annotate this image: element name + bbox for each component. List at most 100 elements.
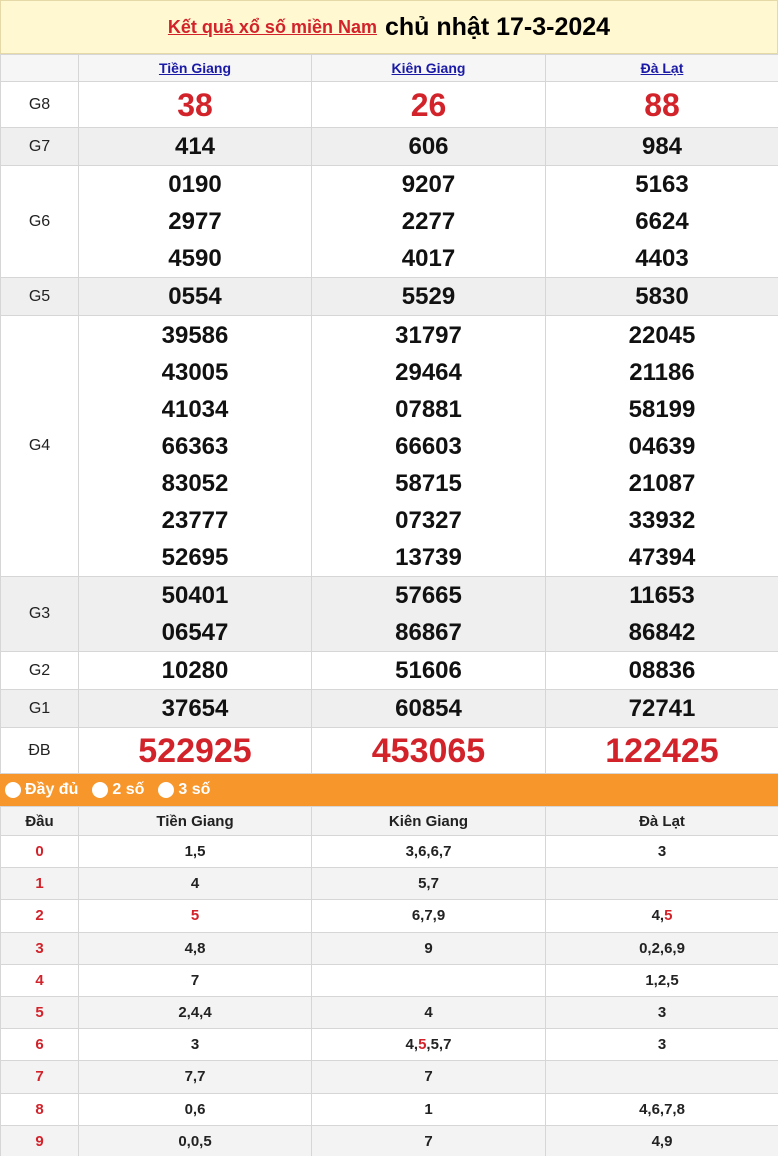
prize-cell: 522925 xyxy=(78,727,312,774)
prize-number: 5163 xyxy=(635,171,689,198)
head-digit: 4 xyxy=(0,963,79,997)
tail-digits-cell xyxy=(545,867,778,901)
title-bar: Kết quả xổ số miền Nam chủ nhật 17-3-202… xyxy=(0,0,778,54)
province-link-da-lat[interactable]: Đà Lạt xyxy=(641,60,684,76)
results-south-link[interactable]: Kết quả xổ số miền Nam xyxy=(168,17,377,38)
prize-number: 83052 xyxy=(161,469,229,497)
tail-digits: 4,9 xyxy=(651,1132,673,1150)
prize-cell: 9207 2277 4017 xyxy=(311,165,546,278)
tail-digits-cell: 7 xyxy=(311,1124,546,1156)
prize-cell: 50401 06547 xyxy=(78,576,312,652)
prize-cell: 5529 xyxy=(311,277,546,316)
tail-digits-cell: 0,2,6,9 xyxy=(545,931,778,965)
prize-cell: 26 xyxy=(311,81,546,128)
prize-number: 47394 xyxy=(628,543,696,571)
tail-digits: 7,7 xyxy=(184,1068,206,1086)
prize-cell: 5163 6624 4403 xyxy=(545,165,778,278)
tail-digits: 4 xyxy=(424,1004,433,1022)
head-column-da-lat: Đà Lạt xyxy=(545,806,778,836)
tail-digits: 4, xyxy=(651,907,665,925)
radio-icon[interactable] xyxy=(158,782,175,798)
tail-digits-cell: 0,6 xyxy=(78,1092,312,1126)
tail-digits-cell: 1,2,5 xyxy=(545,963,778,997)
tail-digits-cell: 3,6,6,7 xyxy=(311,834,546,869)
prize-number: 984 xyxy=(641,133,683,160)
prize-number: 21087 xyxy=(628,469,696,497)
prize-number: 5529 xyxy=(401,283,456,310)
prize-row-g1: G1 37654 60854 72741 xyxy=(0,689,778,728)
head-column-label: Đầu xyxy=(0,806,79,836)
tail-digits: 5,7 xyxy=(418,875,439,893)
prize-cell: 606 xyxy=(311,127,546,166)
head-digit: 3 xyxy=(0,931,79,965)
prize-row-g7: G7 414 606 984 xyxy=(0,127,778,166)
head-digit: 8 xyxy=(0,1092,79,1126)
tail-digits: 4, xyxy=(405,1036,419,1054)
prize-number: 4403 xyxy=(635,245,689,272)
head-digit: 5 xyxy=(0,995,79,1030)
prize-number: 66363 xyxy=(161,432,229,460)
province-link-tien-giang[interactable]: Tiền Giang xyxy=(159,60,231,76)
prize-number: 58199 xyxy=(628,395,696,423)
prize-number: 0190 xyxy=(168,171,222,198)
option-2-digits-label: 2 số xyxy=(112,781,145,798)
prize-label: ĐB xyxy=(0,727,79,774)
prize-cell: 72741 xyxy=(545,689,778,728)
head-digit: 7 xyxy=(0,1060,79,1094)
tail-digits: 3 xyxy=(190,1036,200,1054)
prize-cell: 5830 xyxy=(545,277,778,316)
prize-cell: 37654 xyxy=(78,689,312,728)
prize-number: 6624 xyxy=(635,208,689,235)
tail-digits-cell: 4 xyxy=(311,995,546,1030)
prize-cell: 453065 xyxy=(311,727,546,774)
tail-digits: 2,4,4 xyxy=(178,1004,212,1022)
province-link-kien-giang[interactable]: Kiên Giang xyxy=(392,60,466,76)
tail-digits: 4,8 xyxy=(184,939,206,957)
option-2-digits[interactable]: 2 số xyxy=(92,781,144,799)
prize-cell: 414 xyxy=(78,127,312,166)
head-row-3: 3 4,8 9 0,2,6,9 xyxy=(0,931,778,965)
prize-number: 414 xyxy=(174,133,216,160)
prize-number: 58715 xyxy=(395,469,462,497)
prize-label: G6 xyxy=(0,165,79,278)
prize-number: 26 xyxy=(410,86,447,123)
prize-label: G8 xyxy=(0,81,79,128)
prize-number: 5830 xyxy=(635,283,689,310)
prize-row-g8: G8 38 26 88 xyxy=(0,81,778,128)
option-full[interactable]: Đầy đủ xyxy=(5,781,78,799)
tail-digit-highlight: 5 xyxy=(190,907,200,925)
prize-row-g2: G2 10280 51606 08836 xyxy=(0,651,778,690)
prize-number: 07327 xyxy=(395,506,462,534)
option-3-digits-label: 3 số xyxy=(178,781,211,798)
tail-digits: 4 xyxy=(190,875,200,893)
tail-digits-cell: 3 xyxy=(545,834,778,869)
prize-number: 37654 xyxy=(161,695,229,722)
prize-number: 2977 xyxy=(168,208,222,235)
tail-digits-cell: 9 xyxy=(311,931,546,965)
province-header-row: Tiền Giang Kiên Giang Đà Lạt xyxy=(0,54,778,82)
option-3-digits[interactable]: 3 số xyxy=(158,781,210,799)
prize-number: 31797 xyxy=(395,321,462,349)
head-digit: 9 xyxy=(0,1124,79,1156)
tail-digits: 7 xyxy=(424,1132,433,1150)
prize-number: 29464 xyxy=(395,358,462,386)
head-row-5: 5 2,4,4 4 3 xyxy=(0,995,778,1030)
prize-number: 9207 xyxy=(401,171,456,198)
radio-icon[interactable] xyxy=(5,782,21,798)
radio-icon[interactable] xyxy=(92,782,109,798)
head-row-7: 7 7,7 7 xyxy=(0,1060,778,1094)
prize-number: 10280 xyxy=(161,657,229,684)
tail-digits: 7 xyxy=(190,971,200,989)
prize-cell: 51606 xyxy=(311,651,546,690)
prize-number: 51606 xyxy=(395,657,462,684)
prize-number: 23777 xyxy=(161,506,229,534)
prize-number: 66603 xyxy=(395,432,462,460)
tail-digits-cell xyxy=(311,963,546,997)
prize-number: 06547 xyxy=(161,619,229,646)
prize-row-đb: ĐB 522925 453065 122425 xyxy=(0,727,778,774)
prize-cell: 39586 43005 41034 66363 83052 23777 52695 xyxy=(78,315,312,577)
prize-cell: 0554 xyxy=(78,277,312,316)
prize-number: 4017 xyxy=(401,245,456,272)
prize-label: G5 xyxy=(0,277,79,316)
tail-digits-cell: 1 xyxy=(311,1092,546,1126)
